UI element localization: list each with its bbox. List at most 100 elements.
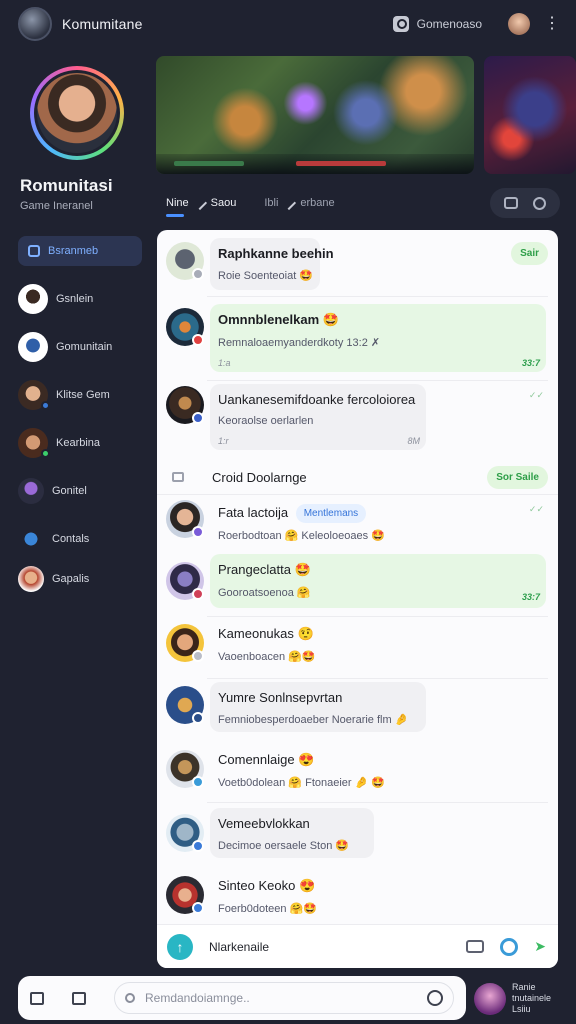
avatar [18, 566, 44, 592]
message-bubble: Comennlaige 😍 Voetb0dolean 🤗 Ftonaeier 🤌… [210, 744, 430, 796]
bottom-input-container: Remdandoiamnge.. [18, 976, 466, 1020]
divider [207, 296, 548, 297]
list-item[interactable]: Uankanesemifdoanke fercoloiorea Keoraols… [157, 384, 558, 454]
bottom-bar: Remdandoiamnge.. Ranie tnutainele Lsiiu [0, 974, 576, 1024]
message-title: Prangeclatta 🤩 [218, 562, 311, 577]
tab-active-indicator [166, 214, 184, 217]
game-banner-side[interactable] [484, 56, 576, 174]
status-badge [192, 412, 204, 424]
message-body: Foerb0doteen 🤗🤩 [218, 903, 317, 915]
search-icon [125, 993, 135, 1003]
avatar [18, 428, 50, 458]
send-icon[interactable]: ➤ [534, 938, 546, 955]
status-badge [192, 650, 204, 662]
chat-icon [28, 245, 40, 257]
list-item[interactable]: Comennlaige 😍 Voetb0dolean 🤗 Ftonaeier 🤌… [157, 744, 558, 802]
sidebar-item-6[interactable]: Contals [18, 524, 142, 554]
record-icon[interactable] [500, 937, 519, 956]
calendar-icon[interactable] [72, 991, 86, 1005]
list-item[interactable]: Raphkanne beehin Roie Soenteoiat 🤩 Sair [157, 238, 558, 300]
message-composer: ↑ Nlarkenaile ➤ [157, 924, 558, 968]
message-title: Fata lactoija [218, 504, 289, 520]
sidebar-item-1[interactable]: Gsnlein [18, 284, 142, 314]
message-body: Roerbodtoan 🤗 Keleoloeoaes 🤩 [218, 530, 385, 542]
list-item[interactable]: Vemeebvlokkan Decimoe oersaele Ston 🤩 [157, 808, 558, 864]
message-body: Roie Soenteoiat 🤩 [218, 270, 314, 282]
message-title: Raphkanne beehin [218, 246, 334, 261]
message-bubble: Prangeclatta 🤩 Gooroatsoenoa 🤗 33:7 [210, 554, 546, 608]
search-button[interactable]: Gomenoaso [392, 16, 482, 32]
mention-tag[interactable]: Mentlemans [295, 504, 367, 523]
sidebar-item-label: Klitse Gem [56, 389, 110, 401]
message-title: Omnnblenelkam 🤩 [218, 312, 339, 327]
message-body: Decimoe oersaele Ston 🤩 [218, 840, 350, 852]
message-time: 33:7 [521, 592, 540, 602]
profile-subtitle: Game Ineranel [20, 200, 93, 212]
sidebar: Romunitasi Game Ineranel Bsranmeb Gsnlei… [0, 48, 156, 968]
list-item[interactable]: Sinteo Keoko 😍 Foerb0doteen 🤗🤩 [157, 870, 558, 924]
message-title: Vemeebvlokkan [218, 816, 310, 831]
sidebar-item-7[interactable]: Gapalis [18, 564, 142, 594]
sidebar-item-0[interactable]: Bsranmeb [18, 236, 142, 266]
avatar [18, 526, 44, 552]
message-body: Remnaloaemyanderdkoty 13:2 ✗ [218, 337, 381, 349]
sidebar-item-label: Gomunitain [56, 341, 113, 353]
message-body: Femniobesperdoaeber Noerarie flm 🤌 [218, 714, 409, 726]
more-menu-icon[interactable]: ⋮ [542, 16, 562, 32]
camera-icon[interactable] [503, 197, 518, 209]
message-body: Gooroatsoenoa 🤗 [218, 587, 311, 599]
online-dot [41, 401, 50, 410]
avatar [18, 284, 48, 314]
profile-avatar[interactable] [30, 66, 124, 160]
list-item[interactable]: Fata lactoija Mentlemans Roerbodtoan 🤗 K… [157, 498, 558, 554]
game-banner-main[interactable] [156, 56, 474, 174]
list-item[interactable]: Yumre Sonlnsepvrtan Femniobesperdoaeber … [157, 682, 558, 738]
top-right-actions: Gomenoaso ⋮ [392, 13, 562, 35]
message-time: 33:7 [521, 358, 540, 368]
avatar [18, 478, 44, 504]
inbox-icon[interactable] [30, 991, 44, 1005]
divider [157, 494, 558, 495]
sidebar-nav: Bsranmeb Gsnlein Gomunitain Klitse Gem K… [18, 236, 142, 612]
edit-icon [282, 195, 297, 211]
read-receipt-icon: ✓✓ [528, 504, 544, 514]
avatar [18, 380, 50, 410]
divider [207, 380, 548, 381]
sor-saile-button[interactable]: Sor Saile [487, 466, 548, 489]
image-icon[interactable] [466, 940, 485, 953]
user-avatar[interactable] [508, 13, 530, 35]
sidebar-item-4[interactable]: Kearbina [18, 428, 142, 458]
search-icon[interactable] [533, 196, 547, 210]
message-title: Comennlaige 😍 [218, 752, 315, 767]
tabs-row: Nine Saou Ibli erbane [156, 186, 560, 220]
list-item[interactable]: Prangeclatta 🤩 Gooroatsoenoa 🤗 33:7 [157, 552, 558, 612]
bottom-user-text: Ranie tnutainele Lsiiu [512, 982, 552, 1014]
tab-ibli[interactable]: Ibli erbane [264, 195, 335, 211]
sidebar-item-5[interactable]: Gonitel [18, 476, 142, 506]
emoji-icon[interactable] [427, 990, 443, 1006]
app-logo[interactable] [18, 7, 52, 41]
message-bubble: Raphkanne beehin Roie Soenteoiat 🤩 [210, 238, 334, 290]
sair-button[interactable]: Sair [511, 242, 548, 265]
search-input[interactable]: Remdandoiamnge.. [114, 982, 454, 1014]
tab-edit-label: erbane [300, 197, 335, 209]
search-label: Gomenoaso [416, 17, 482, 31]
sidebar-item-2[interactable]: Gomunitain [18, 332, 142, 362]
message-bubble: Kameonukas 🤨 Vaoenboacen 🤗🤩 [210, 618, 410, 670]
list-item[interactable]: Omnnblenelkam 🤩 Remnaloaemyanderdkoty 13… [157, 304, 558, 376]
message-time: 8M [407, 436, 420, 446]
tab-nine[interactable]: Nine Saou [166, 195, 236, 211]
upload-button[interactable]: ↑ [167, 933, 193, 960]
toolbar-pill [490, 188, 560, 218]
composer-label[interactable]: Nlarkenaile [209, 940, 269, 954]
chat-icon [172, 472, 184, 482]
tab-label: Nine [166, 197, 189, 209]
sidebar-item-label: Bsranmeb [48, 245, 99, 257]
message-bubble: Fata lactoija Mentlemans Roerbodtoan 🤗 K… [210, 496, 490, 548]
search-placeholder: Remdandoiamnge.. [145, 991, 250, 1005]
sidebar-item-label: Gonitel [52, 485, 87, 497]
sidebar-item-3[interactable]: Klitse Gem [18, 380, 142, 410]
bottom-user-card[interactable]: Ranie tnutainele Lsiiu [474, 982, 564, 1015]
message-bubble: Omnnblenelkam 🤩 Remnaloaemyanderdkoty 13… [210, 304, 546, 372]
list-item[interactable]: Kameonukas 🤨 Vaoenboacen 🤗🤩 [157, 620, 558, 680]
